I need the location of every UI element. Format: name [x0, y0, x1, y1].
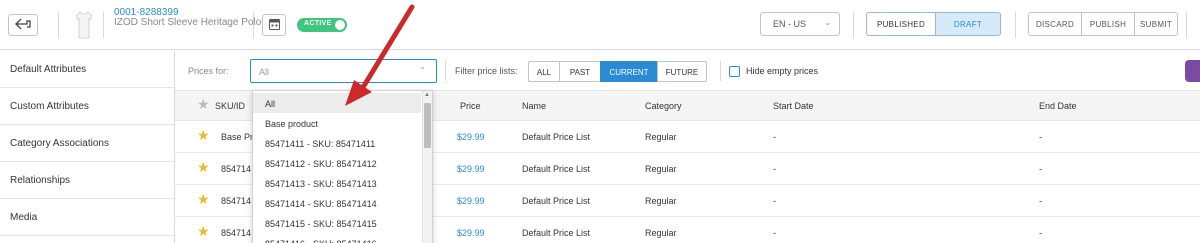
cell-end-date: - [1039, 164, 1042, 174]
hide-empty-prices-label: Hide empty prices [746, 66, 819, 76]
chevron-down-icon: ⌄ [824, 18, 831, 27]
cell-end-date: - [1039, 132, 1042, 142]
cell-end-date: - [1039, 196, 1042, 206]
sidebar: Default Attributes Custom Attributes Cat… [0, 51, 175, 243]
scrollbar-thumb[interactable] [424, 103, 431, 148]
dropdown-option[interactable]: 85471412 - SKU: 85471412 [253, 153, 421, 173]
cell-sku: 854714 [221, 228, 252, 238]
dropdown-scrollbar[interactable]: ▲ [422, 91, 432, 243]
dropdown-option[interactable]: Base product [253, 113, 421, 133]
language-select[interactable]: EN - US ⌄ [760, 12, 840, 36]
cell-sku: Base Pr [221, 132, 254, 142]
sidebar-item-relationships[interactable]: Relationships [0, 162, 174, 199]
cell-price[interactable]: $29.99 [457, 132, 485, 142]
chevron-up-icon: ⌃ [419, 66, 426, 75]
top-header: 0001-8288399 IZOD Short Sleeve Heritage … [0, 0, 1200, 50]
cell-name: Default Price List [522, 196, 591, 206]
published-tab[interactable]: PUBLISHED [866, 12, 936, 36]
draft-tab[interactable]: DRAFT [935, 12, 1001, 36]
divider [1015, 12, 1016, 38]
prices-for-select[interactable]: All ⌃ [250, 59, 437, 83]
divider [103, 12, 104, 38]
dropdown-option[interactable]: 85471414 - SKU: 85471414 [253, 193, 421, 213]
active-status-toggle[interactable]: ACTIVE [297, 18, 347, 32]
submit-button[interactable]: SUBMIT [1134, 12, 1178, 36]
divider [853, 12, 854, 38]
calendar-button[interactable] [262, 14, 286, 36]
sidebar-item-media[interactable]: Media [0, 199, 174, 236]
divider [1186, 12, 1187, 38]
cell-category: Regular [645, 228, 677, 238]
cell-sku: 854714 [221, 196, 252, 206]
cell-sku: 854714 [221, 164, 252, 174]
cell-start-date: - [773, 228, 776, 238]
publish-button[interactable]: PUBLISH [1081, 12, 1135, 36]
action-button[interactable] [1185, 60, 1200, 82]
dropdown-option-all[interactable]: All [253, 93, 421, 113]
cell-name: Default Price List [522, 132, 591, 142]
scroll-up-icon[interactable]: ▲ [424, 92, 430, 98]
price-filter-bar: Prices for: All ⌃ Filter price lists: AL… [175, 51, 1200, 91]
shirt-thumbnail-icon [74, 10, 94, 40]
filter-future-button[interactable]: FUTURE [657, 61, 707, 82]
divider [253, 12, 254, 38]
divider [720, 61, 721, 81]
cell-start-date: - [773, 196, 776, 206]
status-badge: ACTIVE [304, 20, 332, 27]
column-category[interactable]: Category [645, 101, 682, 111]
cell-start-date: - [773, 132, 776, 142]
discard-button[interactable]: DISCARD [1028, 12, 1082, 36]
cell-category: Regular [645, 132, 677, 142]
sidebar-item-default-attributes[interactable]: Default Attributes [0, 51, 174, 88]
cell-category: Regular [645, 196, 677, 206]
filter-current-button[interactable]: CURRENT [600, 61, 658, 82]
dropdown-option[interactable]: 85471413 - SKU: 85471413 [253, 173, 421, 193]
language-value: EN - US [773, 19, 807, 29]
star-icon[interactable]: ★ [197, 159, 210, 176]
cell-price[interactable]: $29.99 [457, 196, 485, 206]
column-sku[interactable]: SKU/ID [215, 101, 245, 111]
dropdown-option[interactable]: 85471416 - SKU: 85471416 [253, 233, 421, 243]
back-arrow-icon [15, 18, 31, 33]
sidebar-item-category-associations[interactable]: Category Associations [0, 125, 174, 162]
divider [58, 12, 59, 38]
divider [445, 61, 446, 81]
column-start-date[interactable]: Start Date [773, 101, 814, 111]
prices-for-label: Prices for: [188, 66, 229, 76]
hide-empty-prices-checkbox[interactable] [729, 66, 740, 77]
cell-price[interactable]: $29.99 [457, 228, 485, 238]
filter-price-lists-label: Filter price lists: [455, 66, 518, 76]
cell-name: Default Price List [522, 164, 591, 174]
cell-start-date: - [773, 164, 776, 174]
cell-end-date: - [1039, 228, 1042, 238]
star-icon[interactable]: ★ [197, 127, 210, 144]
cell-name: Default Price List [522, 228, 591, 238]
cell-price[interactable]: $29.99 [457, 164, 485, 174]
column-price[interactable]: Price [460, 101, 481, 111]
filter-past-button[interactable]: PAST [559, 61, 601, 82]
star-icon[interactable]: ★ [197, 223, 210, 240]
star-icon[interactable]: ★ [197, 96, 210, 113]
calendar-icon [268, 18, 280, 33]
column-end-date[interactable]: End Date [1039, 101, 1077, 111]
star-icon[interactable]: ★ [197, 191, 210, 208]
prices-for-value: All [259, 67, 270, 77]
dropdown-option[interactable]: 85471415 - SKU: 85471415 [253, 213, 421, 233]
prices-for-dropdown: All Base product 85471411 - SKU: 8547141… [252, 90, 433, 243]
product-name: IZOD Short Sleeve Heritage Polo [114, 17, 262, 28]
toggle-knob [335, 20, 345, 30]
filter-all-button[interactable]: ALL [528, 61, 560, 82]
back-button[interactable] [8, 14, 38, 36]
dropdown-option[interactable]: 85471411 - SKU: 85471411 [253, 133, 421, 153]
sidebar-item-custom-attributes[interactable]: Custom Attributes [0, 88, 174, 125]
column-name[interactable]: Name [522, 101, 546, 111]
cell-category: Regular [645, 164, 677, 174]
